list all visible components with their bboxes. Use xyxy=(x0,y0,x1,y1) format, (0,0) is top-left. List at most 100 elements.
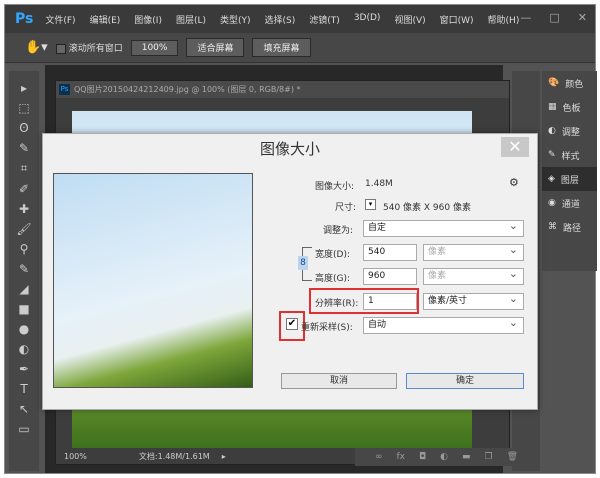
chain-link-icon[interactable]: 8 xyxy=(298,256,308,270)
layer-action-icon[interactable]: ◐ xyxy=(440,452,448,462)
width-input[interactable]: 540 xyxy=(363,244,417,261)
height-input[interactable]: 960 xyxy=(363,268,417,285)
menu-item[interactable]: 视图(V) xyxy=(394,13,425,26)
panel-icon: ✎ xyxy=(548,150,556,160)
dimensions-dropdown[interactable]: ▾ xyxy=(365,199,376,210)
menu-item[interactable]: 类型(Y) xyxy=(220,13,251,26)
height-label: 高度(G): xyxy=(315,274,351,284)
fit-to-label: 调整为: xyxy=(323,226,354,236)
tool-icon[interactable]: ◢ xyxy=(19,282,28,296)
image-size-dialog: 图像大小 ✕ 图像大小: 1.48M ⚙ 尺寸: ▾ 540 像素 X 960 … xyxy=(42,133,538,410)
ok-button[interactable]: 确定 xyxy=(406,373,524,389)
tool-icon[interactable]: 🖌 xyxy=(16,222,31,236)
minimize-button[interactable]: — xyxy=(520,11,531,24)
dialog-close-button[interactable]: ✕ xyxy=(501,137,529,157)
image-size-value: 1.48M xyxy=(365,179,393,189)
tool-icon[interactable]: ʘ xyxy=(19,121,28,135)
image-size-label: 图像大小: xyxy=(315,182,355,192)
tool-icon[interactable]: ⬚ xyxy=(18,101,29,115)
dialog-title: 图像大小 xyxy=(259,140,320,158)
menu-bar: Ps 文件(F) 编辑(E) 图像(I) 图层(L) 类型(Y) 选择(S) 滤镜(T) 3D… xyxy=(5,5,595,33)
menu-item[interactable]: 图像(I) xyxy=(134,13,162,26)
tool-icon[interactable]: ✒ xyxy=(19,362,29,376)
zoom-100-button[interactable]: 100% xyxy=(130,39,179,56)
tool-icon[interactable]: ▸ xyxy=(21,81,27,95)
panel-tab[interactable]: ⌘ 路径 xyxy=(542,215,597,239)
width-label: 宽度(D): xyxy=(315,250,350,260)
cancel-button[interactable]: 取消 xyxy=(281,373,397,389)
options-bar: ✋▾ 滚动所有窗口 100% 适合屏幕 填充屏幕 xyxy=(5,33,595,63)
layer-action-icon[interactable]: 🗑 xyxy=(507,452,518,462)
height-unit-select[interactable]: 像素 xyxy=(423,266,524,285)
fit-screen-button[interactable]: 适合屏幕 xyxy=(186,38,245,57)
tool-icon[interactable]: ✐ xyxy=(19,182,29,196)
tool-icon[interactable]: T xyxy=(20,382,27,396)
tool-icon[interactable]: ⚲ xyxy=(20,242,29,256)
width-unit-select[interactable]: 像素 xyxy=(423,242,524,261)
document-title: QQ图片20150424212409.jpg @ 100% (图层 0, RGB… xyxy=(74,85,301,94)
fit-to-select[interactable]: 自定 xyxy=(363,218,524,237)
panel-tab[interactable]: ◈ 图层 xyxy=(542,167,597,191)
menu-item[interactable]: 帮助(H) xyxy=(488,13,520,26)
fill-screen-button[interactable]: 填充屏幕 xyxy=(252,38,311,57)
scroll-all-label: 滚动所有窗口 xyxy=(68,44,123,54)
toolbar: ▸ ⬚ ʘ ✎ ⌗ ✐ ✚ 🖌 ⚲ ✎ ◢ ■ ● ◐ ✒ T ↖ ▭ xyxy=(9,71,39,471)
image-preview[interactable] xyxy=(53,173,253,388)
ps-logo: Ps xyxy=(15,11,34,27)
layers-toolbar: ∞ fx ◘ ◐ ▬ ❐ 🗑 xyxy=(355,448,535,466)
panel-icon: ◈ xyxy=(548,174,555,184)
tool-icon[interactable]: ● xyxy=(19,322,29,336)
tool-icon[interactable]: ⌗ xyxy=(21,161,28,176)
panel-tab[interactable]: ◉ 通道 xyxy=(542,191,597,215)
panel-tab[interactable]: ✎ 样式 xyxy=(542,143,597,167)
panel-label: 样式 xyxy=(561,151,580,162)
scroll-all-checkbox[interactable]: 滚动所有窗口 xyxy=(55,41,123,54)
gear-icon[interactable]: ⚙ xyxy=(509,176,519,189)
panel-tab[interactable]: 🎨 颜色 xyxy=(542,71,597,95)
tool-icon[interactable]: ↖ xyxy=(19,402,29,416)
doc-size: 文档:1.48M/1.61M xyxy=(138,451,210,461)
resample-label: 重新采样(S): xyxy=(301,323,353,333)
panel-icon: ◐ xyxy=(548,126,556,136)
menu-item[interactable]: 窗口(W) xyxy=(440,13,474,26)
panel-label: 调整 xyxy=(561,127,580,138)
layer-action-icon[interactable]: fx xyxy=(397,452,406,462)
tool-icon[interactable]: ✎ xyxy=(19,262,29,276)
resample-select[interactable]: 自动 xyxy=(363,315,524,334)
menu-item[interactable]: 3D(D) xyxy=(354,13,381,26)
maximize-button[interactable]: □ xyxy=(549,11,559,24)
panel-icon: ⌘ xyxy=(548,222,557,232)
menu-item[interactable]: 编辑(E) xyxy=(90,13,121,26)
menu-item[interactable]: 选择(S) xyxy=(265,13,296,26)
tool-icon[interactable]: ▭ xyxy=(18,422,29,436)
panel-label: 路径 xyxy=(563,223,582,234)
status-arrow-icon[interactable]: ▸ xyxy=(222,452,226,461)
panel-icon: ◉ xyxy=(548,198,556,208)
layer-action-icon[interactable]: ◘ xyxy=(419,452,426,462)
menu-item[interactable]: 文件(F) xyxy=(45,13,75,26)
menu-item[interactable]: 滤镜(T) xyxy=(309,13,340,26)
close-button[interactable]: ✕ xyxy=(578,11,587,24)
panel-tab[interactable]: ◐ 调整 xyxy=(542,119,597,143)
resolution-unit-select[interactable]: 像素/英寸 xyxy=(423,291,524,310)
tool-icon[interactable]: ■ xyxy=(18,302,29,316)
panel-label: 通道 xyxy=(561,199,580,210)
dimensions-label: 尺寸: xyxy=(335,203,357,213)
panel-label: 颜色 xyxy=(565,79,584,90)
panel-icon: 🎨 xyxy=(548,78,560,88)
menu-item[interactable]: 图层(L) xyxy=(176,13,206,26)
tool-icon[interactable]: ✚ xyxy=(19,202,29,216)
panel-label: 色板 xyxy=(562,103,581,114)
panel-icon: ▦ xyxy=(548,102,557,112)
tool-icon[interactable]: ✎ xyxy=(19,141,29,155)
panel-label: 图层 xyxy=(560,175,579,186)
document-tab[interactable]: Ps QQ图片20150424212409.jpg @ 100% (图层 0, R… xyxy=(56,81,509,98)
layer-action-icon[interactable]: ∞ xyxy=(375,452,383,462)
tool-icon[interactable]: ◐ xyxy=(19,342,29,356)
panel-tab[interactable]: ▦ 色板 xyxy=(542,95,597,119)
resolution-highlight xyxy=(309,288,419,314)
hand-tool-icon[interactable]: ✋▾ xyxy=(25,40,48,55)
layer-action-icon[interactable]: ❐ xyxy=(485,452,493,462)
zoom-level[interactable]: 100% xyxy=(64,452,87,461)
layer-action-icon[interactable]: ▬ xyxy=(462,452,471,462)
